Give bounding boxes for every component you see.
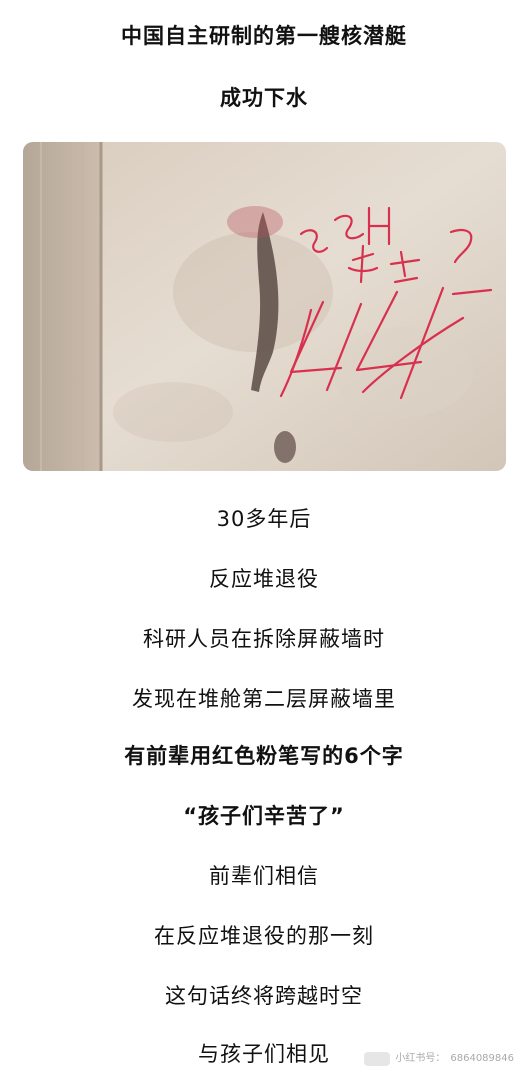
body-line-5: 有前辈用红色粉笔写的6个字 bbox=[124, 744, 404, 768]
title-line-2: 成功下水 bbox=[220, 86, 308, 110]
body-line-1: 30多年后 bbox=[216, 507, 312, 531]
quote-line: “孩子们辛苦了” bbox=[183, 804, 345, 828]
xiaohongshu-logo-icon bbox=[364, 1052, 391, 1066]
body-line-7: 前辈们相信 bbox=[209, 864, 319, 888]
watermark-id: 6864089846 bbox=[450, 1053, 514, 1064]
body-line-8: 在反应堆退役的那一刻 bbox=[154, 924, 374, 948]
watermark-label: 小红书号： bbox=[395, 1053, 446, 1064]
wall-photo[interactable] bbox=[23, 142, 506, 471]
body-line-3: 科研人员在拆除屏蔽墙时 bbox=[143, 627, 385, 651]
body-line-2: 反应堆退役 bbox=[209, 567, 319, 591]
title-line-1: 中国自主研制的第一艘核潜艇 bbox=[121, 24, 407, 48]
body-line-4: 发现在堆舱第二层屏蔽墙里 bbox=[132, 687, 396, 711]
body-line-9: 这句话终将跨越时空 bbox=[165, 984, 363, 1008]
watermark: 小红书号： 6864089846 bbox=[364, 1052, 514, 1066]
